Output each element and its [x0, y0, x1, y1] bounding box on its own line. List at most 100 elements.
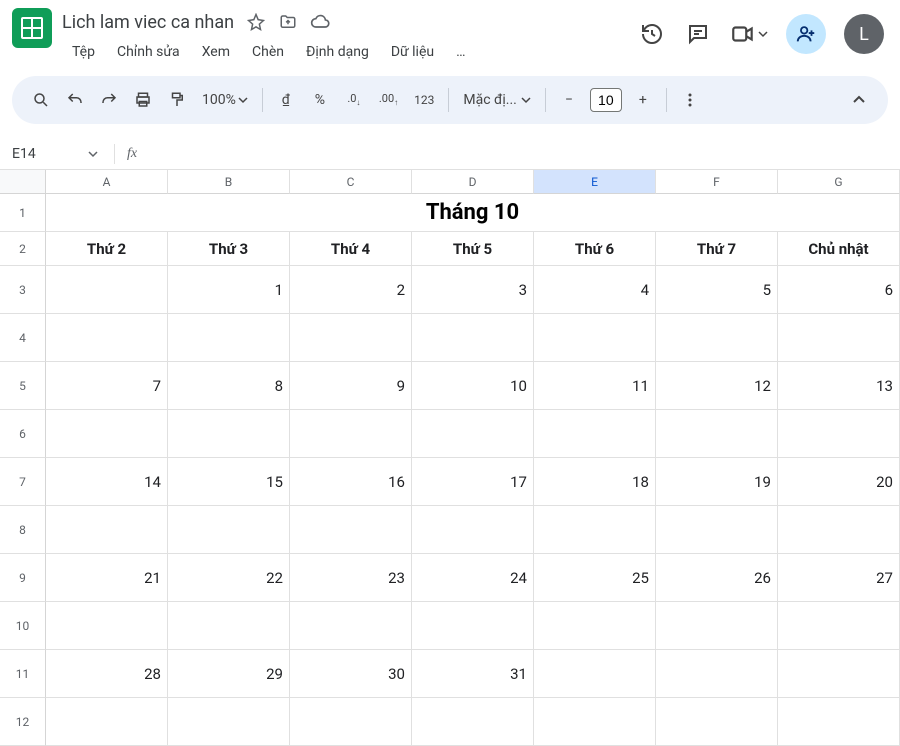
cell[interactable]: Chủ nhật [778, 232, 900, 266]
search-menus-icon[interactable] [26, 85, 56, 115]
cell[interactable]: 14 [46, 458, 168, 506]
cell[interactable] [412, 314, 534, 362]
row-header[interactable]: 7 [0, 458, 46, 506]
star-icon[interactable] [246, 12, 266, 32]
cell[interactable] [168, 698, 290, 746]
month-title-cell[interactable]: Tháng 10 [46, 194, 900, 232]
currency-format-button[interactable]: ₫ [271, 85, 301, 115]
cell[interactable] [412, 410, 534, 458]
decrease-font-size-button[interactable]: − [554, 85, 584, 115]
increase-decimals-button[interactable]: .00↑ [373, 85, 404, 115]
sheets-logo[interactable] [12, 8, 52, 48]
cell[interactable]: 11 [534, 362, 656, 410]
print-icon[interactable] [128, 85, 158, 115]
row-header[interactable]: 9 [0, 554, 46, 602]
cell[interactable] [778, 650, 900, 698]
increase-font-size-button[interactable]: + [628, 85, 658, 115]
cell[interactable] [46, 698, 168, 746]
cell[interactable] [778, 410, 900, 458]
cell[interactable]: 9 [290, 362, 412, 410]
cell[interactable] [656, 314, 778, 362]
menu-data[interactable]: Dữ liệu [381, 40, 444, 64]
cell[interactable]: 23 [290, 554, 412, 602]
cell[interactable] [778, 698, 900, 746]
menu-view[interactable]: Xem [192, 40, 240, 64]
menu-insert[interactable]: Chèn [242, 40, 294, 64]
cell[interactable]: Thứ 4 [290, 232, 412, 266]
menu-format[interactable]: Định dạng [296, 40, 379, 64]
cell[interactable] [46, 410, 168, 458]
undo-icon[interactable] [60, 85, 90, 115]
doc-title[interactable]: Lich lam viec ca nhan [62, 12, 234, 33]
cell[interactable]: 29 [168, 650, 290, 698]
cell[interactable] [290, 506, 412, 554]
cell[interactable]: 12 [656, 362, 778, 410]
cell[interactable]: 10 [412, 362, 534, 410]
cell[interactable] [168, 410, 290, 458]
cell[interactable]: Thứ 5 [412, 232, 534, 266]
cell[interactable] [46, 266, 168, 314]
cell[interactable]: 30 [290, 650, 412, 698]
cell[interactable] [534, 602, 656, 650]
row-header[interactable]: 12 [0, 698, 46, 746]
cloud-status-icon[interactable] [310, 12, 330, 32]
row-header[interactable]: 8 [0, 506, 46, 554]
collapse-toolbar-icon[interactable] [844, 85, 874, 115]
row-header[interactable]: 3 [0, 266, 46, 314]
cell[interactable] [534, 410, 656, 458]
history-icon[interactable] [638, 20, 666, 48]
column-header[interactable]: E [534, 170, 656, 194]
cell[interactable]: 13 [778, 362, 900, 410]
cell[interactable] [534, 506, 656, 554]
meet-button[interactable] [730, 21, 768, 47]
cell[interactable] [168, 314, 290, 362]
cell[interactable]: 24 [412, 554, 534, 602]
cell[interactable]: 3 [412, 266, 534, 314]
cell[interactable]: 17 [412, 458, 534, 506]
cell[interactable]: 31 [412, 650, 534, 698]
formula-input[interactable] [143, 146, 900, 162]
cell[interactable] [778, 602, 900, 650]
cell[interactable] [656, 506, 778, 554]
cell[interactable] [46, 602, 168, 650]
font-select[interactable]: Mặc đị... [457, 85, 536, 115]
cell[interactable]: 2 [290, 266, 412, 314]
cell[interactable]: 20 [778, 458, 900, 506]
row-header[interactable]: 5 [0, 362, 46, 410]
comments-icon[interactable] [684, 20, 712, 48]
row-header[interactable]: 6 [0, 410, 46, 458]
cell[interactable] [534, 650, 656, 698]
column-header[interactable]: F [656, 170, 778, 194]
cell[interactable]: Thứ 6 [534, 232, 656, 266]
column-header[interactable]: G [778, 170, 900, 194]
column-header[interactable]: B [168, 170, 290, 194]
cell[interactable]: 19 [656, 458, 778, 506]
more-formats-button[interactable]: 123 [408, 85, 440, 115]
row-header[interactable]: 1 [0, 194, 46, 232]
cell[interactable]: 5 [656, 266, 778, 314]
zoom-select[interactable]: 100% [196, 85, 254, 115]
column-header[interactable]: D [412, 170, 534, 194]
menu-file[interactable]: Tệp [62, 40, 105, 64]
cell[interactable] [656, 698, 778, 746]
move-folder-icon[interactable] [278, 12, 298, 32]
cell[interactable] [290, 602, 412, 650]
cell[interactable]: Thứ 7 [656, 232, 778, 266]
cell[interactable]: 16 [290, 458, 412, 506]
menu-more[interactable]: … [446, 40, 475, 64]
row-header[interactable]: 2 [0, 232, 46, 266]
cell[interactable]: 25 [534, 554, 656, 602]
account-avatar[interactable]: L [844, 14, 884, 54]
cell[interactable]: 21 [46, 554, 168, 602]
cell[interactable]: 22 [168, 554, 290, 602]
paint-format-icon[interactable] [162, 85, 192, 115]
cell[interactable] [656, 410, 778, 458]
cell[interactable] [46, 314, 168, 362]
cell[interactable] [168, 506, 290, 554]
select-all-corner[interactable] [0, 170, 46, 194]
cell[interactable] [778, 506, 900, 554]
cell[interactable] [412, 602, 534, 650]
cell[interactable]: 8 [168, 362, 290, 410]
name-box-dropdown-icon[interactable] [78, 149, 108, 159]
cell[interactable] [412, 698, 534, 746]
